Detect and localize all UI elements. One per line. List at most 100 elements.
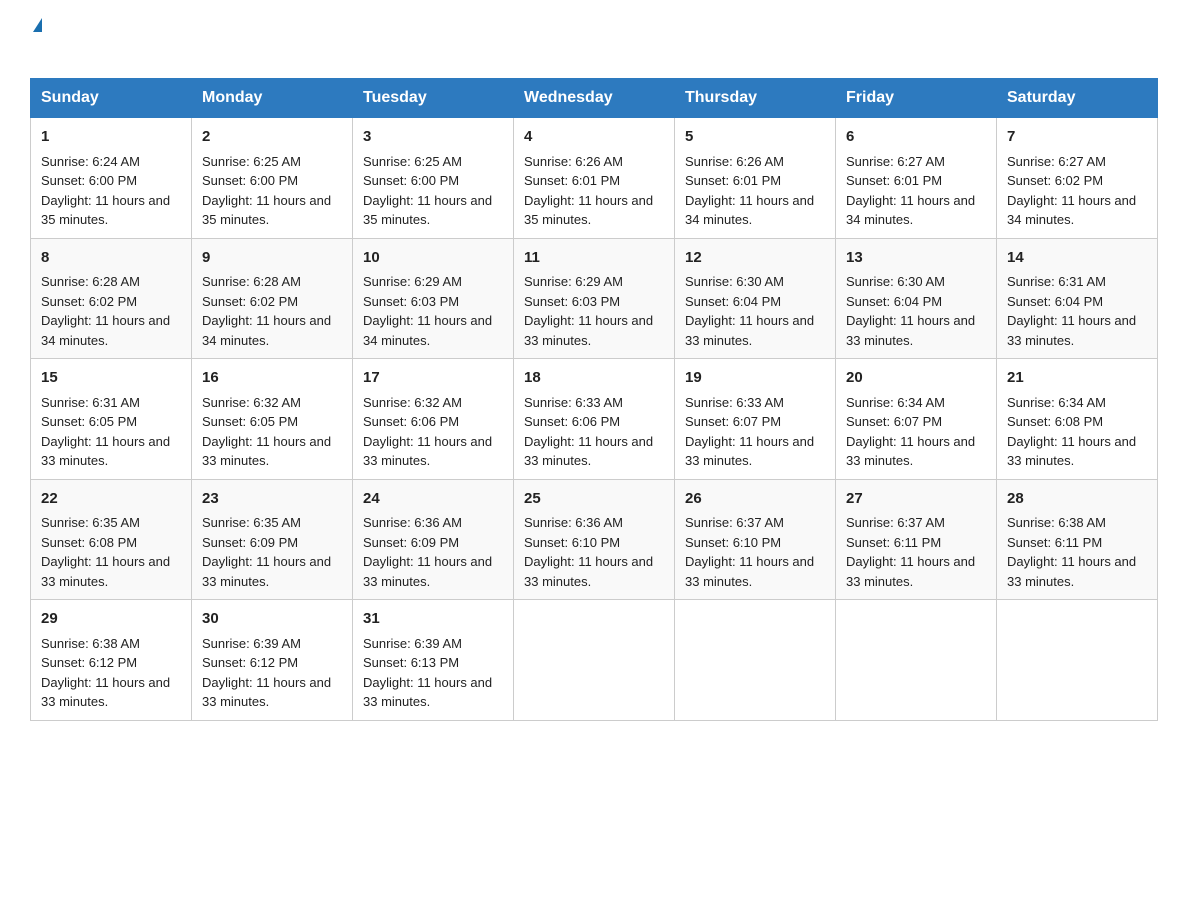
sunrise-text: Sunrise: 6:26 AM bbox=[685, 154, 784, 169]
day-number: 9 bbox=[202, 247, 342, 270]
sunset-text: Sunset: 6:01 PM bbox=[524, 173, 620, 188]
sunset-text: Sunset: 6:08 PM bbox=[41, 535, 137, 550]
calendar-cell: 31Sunrise: 6:39 AMSunset: 6:13 PMDayligh… bbox=[353, 600, 514, 721]
daylight-text: Daylight: 11 hours and 35 minutes. bbox=[524, 193, 653, 228]
sunset-text: Sunset: 6:04 PM bbox=[1007, 294, 1103, 309]
sunrise-text: Sunrise: 6:39 AM bbox=[202, 636, 301, 651]
calendar-cell: 23Sunrise: 6:35 AMSunset: 6:09 PMDayligh… bbox=[192, 479, 353, 600]
daylight-text: Daylight: 11 hours and 33 minutes. bbox=[202, 675, 331, 710]
sunset-text: Sunset: 6:11 PM bbox=[846, 535, 941, 550]
sunset-text: Sunset: 6:13 PM bbox=[363, 655, 459, 670]
sunrise-text: Sunrise: 6:37 AM bbox=[846, 515, 945, 530]
day-number: 25 bbox=[524, 488, 664, 511]
day-number: 31 bbox=[363, 608, 503, 631]
day-number: 7 bbox=[1007, 126, 1147, 149]
sunset-text: Sunset: 6:11 PM bbox=[1007, 535, 1102, 550]
sunrise-text: Sunrise: 6:25 AM bbox=[202, 154, 301, 169]
calendar-cell: 10Sunrise: 6:29 AMSunset: 6:03 PMDayligh… bbox=[353, 238, 514, 359]
sunrise-text: Sunrise: 6:24 AM bbox=[41, 154, 140, 169]
daylight-text: Daylight: 11 hours and 33 minutes. bbox=[685, 554, 814, 589]
daylight-text: Daylight: 11 hours and 34 minutes. bbox=[1007, 193, 1136, 228]
day-number: 15 bbox=[41, 367, 181, 390]
day-number: 23 bbox=[202, 488, 342, 511]
daylight-text: Daylight: 11 hours and 33 minutes. bbox=[685, 434, 814, 469]
calendar-cell: 26Sunrise: 6:37 AMSunset: 6:10 PMDayligh… bbox=[675, 479, 836, 600]
sunrise-text: Sunrise: 6:35 AM bbox=[202, 515, 301, 530]
day-number: 6 bbox=[846, 126, 986, 149]
daylight-text: Daylight: 11 hours and 33 minutes. bbox=[363, 675, 492, 710]
calendar-cell bbox=[836, 600, 997, 721]
calendar-cell: 20Sunrise: 6:34 AMSunset: 6:07 PMDayligh… bbox=[836, 359, 997, 480]
day-number: 5 bbox=[685, 126, 825, 149]
sunset-text: Sunset: 6:08 PM bbox=[1007, 414, 1103, 429]
daylight-text: Daylight: 11 hours and 34 minutes. bbox=[846, 193, 975, 228]
calendar-cell: 13Sunrise: 6:30 AMSunset: 6:04 PMDayligh… bbox=[836, 238, 997, 359]
calendar-cell: 8Sunrise: 6:28 AMSunset: 6:02 PMDaylight… bbox=[31, 238, 192, 359]
daylight-text: Daylight: 11 hours and 33 minutes. bbox=[202, 554, 331, 589]
sunset-text: Sunset: 6:06 PM bbox=[524, 414, 620, 429]
sunset-text: Sunset: 6:02 PM bbox=[41, 294, 137, 309]
column-header-friday: Friday bbox=[836, 79, 997, 118]
column-header-thursday: Thursday bbox=[675, 79, 836, 118]
calendar-cell: 2Sunrise: 6:25 AMSunset: 6:00 PMDaylight… bbox=[192, 118, 353, 239]
day-number: 1 bbox=[41, 126, 181, 149]
day-number: 8 bbox=[41, 247, 181, 270]
sunrise-text: Sunrise: 6:29 AM bbox=[524, 274, 623, 289]
calendar-cell: 4Sunrise: 6:26 AMSunset: 6:01 PMDaylight… bbox=[514, 118, 675, 239]
column-header-wednesday: Wednesday bbox=[514, 79, 675, 118]
calendar-cell bbox=[514, 600, 675, 721]
sunrise-text: Sunrise: 6:28 AM bbox=[202, 274, 301, 289]
calendar-cell: 24Sunrise: 6:36 AMSunset: 6:09 PMDayligh… bbox=[353, 479, 514, 600]
sunset-text: Sunset: 6:09 PM bbox=[363, 535, 459, 550]
column-header-saturday: Saturday bbox=[997, 79, 1158, 118]
sunrise-text: Sunrise: 6:30 AM bbox=[685, 274, 784, 289]
calendar-cell: 30Sunrise: 6:39 AMSunset: 6:12 PMDayligh… bbox=[192, 600, 353, 721]
calendar-cell: 17Sunrise: 6:32 AMSunset: 6:06 PMDayligh… bbox=[353, 359, 514, 480]
day-number: 24 bbox=[363, 488, 503, 511]
day-number: 17 bbox=[363, 367, 503, 390]
sunset-text: Sunset: 6:06 PM bbox=[363, 414, 459, 429]
daylight-text: Daylight: 11 hours and 33 minutes. bbox=[524, 554, 653, 589]
column-header-sunday: Sunday bbox=[31, 79, 192, 118]
calendar-cell: 21Sunrise: 6:34 AMSunset: 6:08 PMDayligh… bbox=[997, 359, 1158, 480]
sunrise-text: Sunrise: 6:25 AM bbox=[363, 154, 462, 169]
day-number: 12 bbox=[685, 247, 825, 270]
calendar-cell bbox=[997, 600, 1158, 721]
sunset-text: Sunset: 6:03 PM bbox=[363, 294, 459, 309]
sunrise-text: Sunrise: 6:30 AM bbox=[846, 274, 945, 289]
sunset-text: Sunset: 6:07 PM bbox=[685, 414, 781, 429]
calendar-cell bbox=[675, 600, 836, 721]
sunset-text: Sunset: 6:04 PM bbox=[846, 294, 942, 309]
calendar-cell: 15Sunrise: 6:31 AMSunset: 6:05 PMDayligh… bbox=[31, 359, 192, 480]
calendar-week-row: 29Sunrise: 6:38 AMSunset: 6:12 PMDayligh… bbox=[31, 600, 1158, 721]
daylight-text: Daylight: 11 hours and 33 minutes. bbox=[1007, 554, 1136, 589]
sunset-text: Sunset: 6:02 PM bbox=[1007, 173, 1103, 188]
sunset-text: Sunset: 6:04 PM bbox=[685, 294, 781, 309]
sunrise-text: Sunrise: 6:32 AM bbox=[202, 395, 301, 410]
day-number: 21 bbox=[1007, 367, 1147, 390]
calendar-table: SundayMondayTuesdayWednesdayThursdayFrid… bbox=[30, 78, 1158, 721]
calendar-week-row: 1Sunrise: 6:24 AMSunset: 6:00 PMDaylight… bbox=[31, 118, 1158, 239]
page-header bbox=[30, 20, 1158, 62]
sunrise-text: Sunrise: 6:37 AM bbox=[685, 515, 784, 530]
day-number: 26 bbox=[685, 488, 825, 511]
day-number: 16 bbox=[202, 367, 342, 390]
sunrise-text: Sunrise: 6:36 AM bbox=[524, 515, 623, 530]
daylight-text: Daylight: 11 hours and 35 minutes. bbox=[363, 193, 492, 228]
daylight-text: Daylight: 11 hours and 33 minutes. bbox=[685, 313, 814, 348]
sunset-text: Sunset: 6:05 PM bbox=[202, 414, 298, 429]
day-number: 2 bbox=[202, 126, 342, 149]
calendar-cell: 18Sunrise: 6:33 AMSunset: 6:06 PMDayligh… bbox=[514, 359, 675, 480]
calendar-cell: 9Sunrise: 6:28 AMSunset: 6:02 PMDaylight… bbox=[192, 238, 353, 359]
logo bbox=[30, 20, 48, 62]
calendar-cell: 16Sunrise: 6:32 AMSunset: 6:05 PMDayligh… bbox=[192, 359, 353, 480]
daylight-text: Daylight: 11 hours and 33 minutes. bbox=[846, 434, 975, 469]
sunset-text: Sunset: 6:10 PM bbox=[524, 535, 620, 550]
sunset-text: Sunset: 6:12 PM bbox=[41, 655, 137, 670]
daylight-text: Daylight: 11 hours and 34 minutes. bbox=[363, 313, 492, 348]
sunrise-text: Sunrise: 6:31 AM bbox=[41, 395, 140, 410]
daylight-text: Daylight: 11 hours and 33 minutes. bbox=[524, 313, 653, 348]
sunrise-text: Sunrise: 6:28 AM bbox=[41, 274, 140, 289]
daylight-text: Daylight: 11 hours and 34 minutes. bbox=[685, 193, 814, 228]
sunrise-text: Sunrise: 6:33 AM bbox=[524, 395, 623, 410]
